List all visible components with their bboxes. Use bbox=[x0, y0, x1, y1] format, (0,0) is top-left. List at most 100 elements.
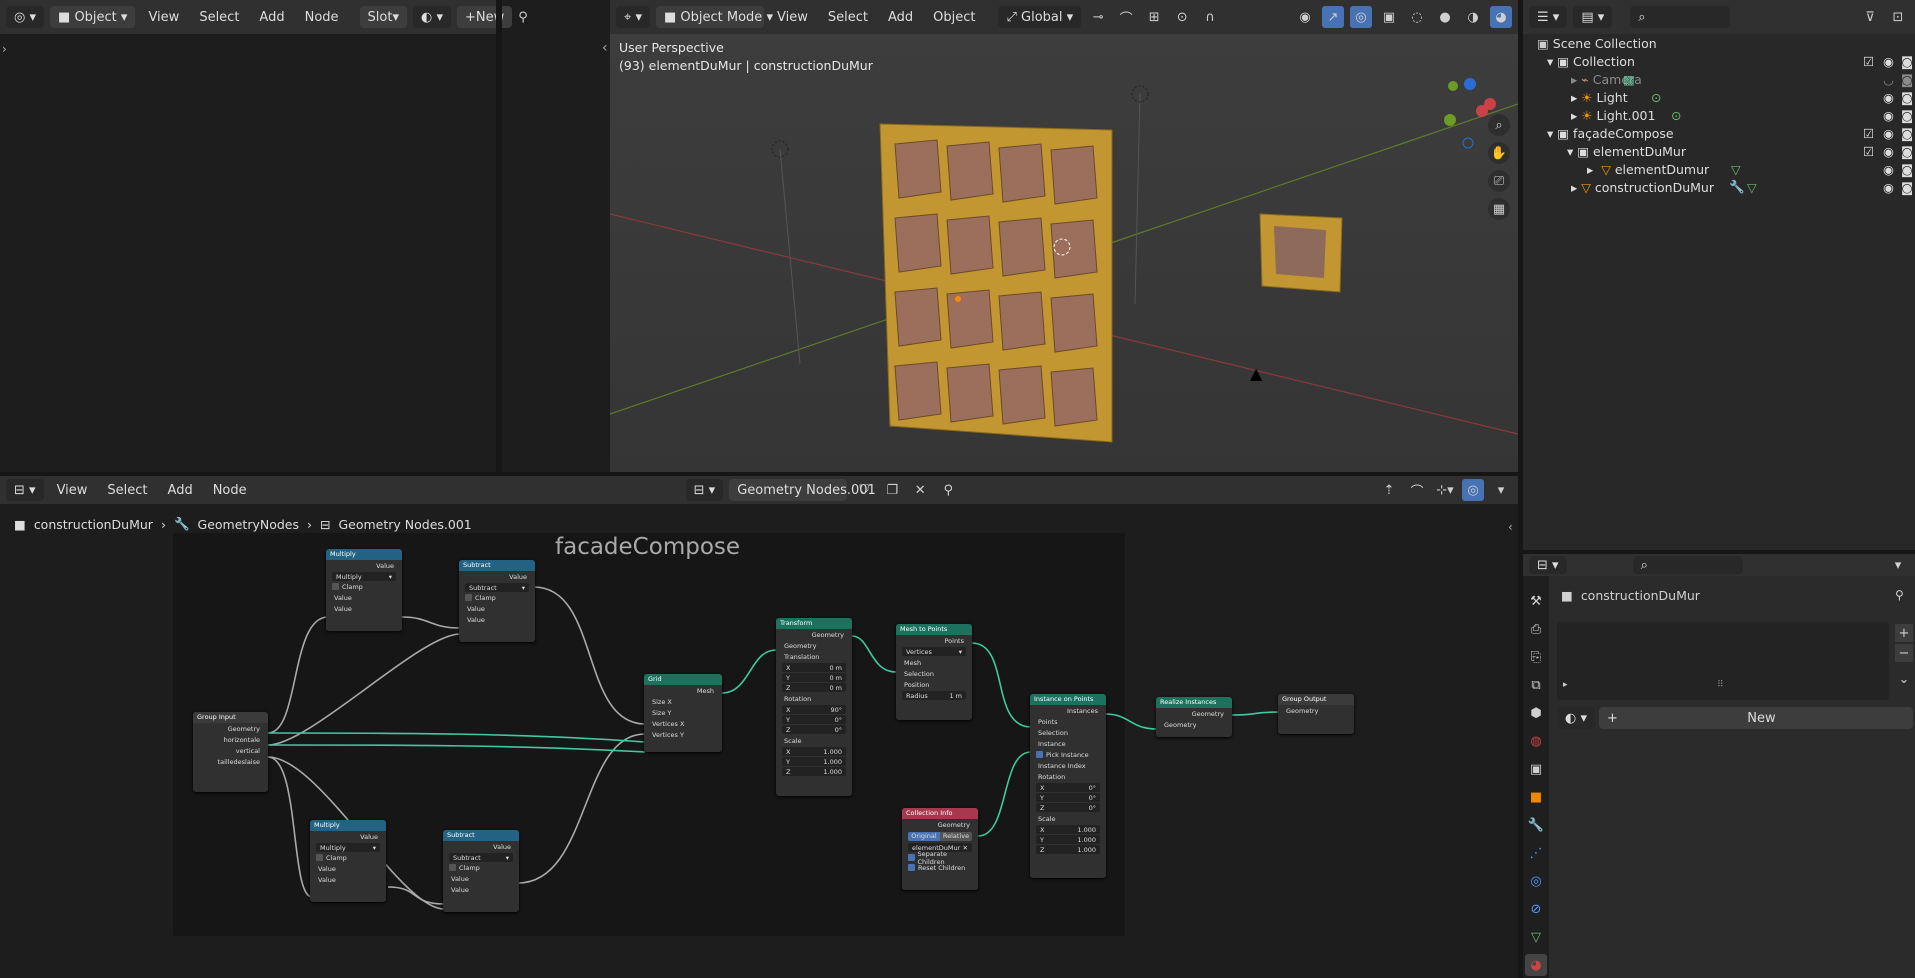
node-tree-browse[interactable]: ⊟ ▾ bbox=[685, 479, 724, 501]
sidebar-toggle-icon[interactable]: ‹ bbox=[1508, 520, 1513, 534]
object-type-dropdown[interactable]: ■ Object ▾ bbox=[50, 6, 136, 28]
overlay-icon[interactable]: ◎ bbox=[1350, 6, 1372, 28]
checkbox-icon[interactable]: ☑ bbox=[1863, 54, 1874, 69]
object-tab-icon[interactable]: ■ bbox=[1525, 786, 1547, 808]
eye-icon[interactable]: ◉ bbox=[1883, 108, 1894, 123]
mode-dropdown[interactable]: Vertices ▾ bbox=[902, 647, 966, 656]
clamp-checkbox[interactable]: Clamp bbox=[316, 853, 380, 862]
rotation-z-field[interactable]: z 0° bbox=[1036, 803, 1100, 812]
viewport-canvas[interactable]: User Perspective (93) elementDuMur | con… bbox=[610, 34, 1518, 472]
properties-search[interactable]: ⌕ bbox=[1632, 556, 1743, 574]
pin-icon[interactable]: ⚲ bbox=[937, 479, 959, 501]
eye-icon[interactable]: ◉ bbox=[1883, 54, 1894, 69]
outliner-row-light[interactable]: ▸ ☀ Light ⊙ ◉ ◙ bbox=[1571, 88, 1915, 106]
rotation-x-field[interactable]: x 90° bbox=[782, 705, 846, 714]
grid-view-icon[interactable]: ▦ bbox=[1488, 198, 1510, 220]
node-subtract-2[interactable]: Subtract Value Subtract ▾ Clamp Value Val… bbox=[443, 830, 519, 912]
menu-node[interactable]: Node bbox=[298, 10, 346, 25]
expand-arrow-icon[interactable]: ▸ bbox=[1563, 680, 1568, 690]
node-editor-canvas[interactable]: ■ constructionDuMur › 🔧 GeometryNodes › ⊟ G… bbox=[0, 504, 1518, 974]
object-mode-dropdown[interactable]: ■ Object Mode ▾ bbox=[655, 6, 773, 28]
wireframe-shading-icon[interactable]: ◌ bbox=[1406, 6, 1428, 28]
pivot-icon[interactable]: ⊸ bbox=[1087, 6, 1109, 28]
node-menu-add[interactable]: Add bbox=[161, 483, 200, 498]
outliner-row-camera[interactable]: ▸ ⌁ Camera ▩ ◡ ◙ bbox=[1571, 70, 1915, 88]
operation-dropdown[interactable]: Multiply ▾ bbox=[332, 572, 396, 581]
overlay-icon[interactable]: ◎ bbox=[1462, 479, 1484, 501]
snap-target-icon[interactable]: ⊞ bbox=[1143, 6, 1165, 28]
output-tab-icon[interactable]: ⎘ bbox=[1525, 646, 1547, 668]
material-slots-list[interactable]: ▸ ⠿ bbox=[1557, 622, 1889, 700]
outliner-row-element-dumur-collection[interactable]: ▾ ▣ elementDuMur ☑ ◉ ◙ bbox=[1567, 142, 1915, 160]
viewport-menu-select[interactable]: Select bbox=[821, 10, 875, 25]
menu-select[interactable]: Select bbox=[192, 10, 246, 25]
clamp-checkbox[interactable]: Clamp bbox=[332, 582, 396, 591]
resize-handle-icon[interactable]: ⠿ bbox=[1717, 680, 1724, 690]
scale-z-field[interactable]: z 1.000 bbox=[1036, 845, 1100, 854]
render-icon[interactable]: ◙ bbox=[1901, 126, 1913, 141]
expand-arrow-icon[interactable]: ▾ bbox=[1567, 144, 1577, 159]
new-material-button[interactable]: + New bbox=[1599, 707, 1913, 729]
node-subtract-1[interactable]: Subtract Value Subtract ▾ Clamp Value Val… bbox=[459, 560, 535, 642]
node-menu-view[interactable]: View bbox=[50, 483, 95, 498]
rotation-x-field[interactable]: x 0° bbox=[1036, 783, 1100, 792]
expand-arrow-icon[interactable]: ▾ bbox=[1547, 54, 1557, 69]
outliner-row-facade-compose[interactable]: ▾ ▣ façadeCompose ☑ ◉ ◙ bbox=[1547, 124, 1915, 142]
slot-dropdown[interactable]: Slot ▾ bbox=[359, 6, 407, 28]
render-icon[interactable]: ◙ bbox=[1901, 144, 1913, 159]
render-tab-icon[interactable]: ⎙ bbox=[1525, 618, 1547, 640]
radius-field[interactable]: Radius 1 m bbox=[902, 691, 966, 700]
scene-tab-icon[interactable]: ⬢ bbox=[1525, 702, 1547, 724]
node-group-output[interactable]: Group Output Geometry bbox=[1278, 694, 1354, 734]
node-menu-node[interactable]: Node bbox=[206, 483, 254, 498]
eye-icon[interactable]: ◉ bbox=[1883, 90, 1894, 105]
remove-slot-icon[interactable]: − bbox=[1895, 644, 1913, 662]
node-multiply-1[interactable]: Multiply Value Multiply ▾ Clamp Value Val… bbox=[326, 549, 402, 631]
world-tab-icon[interactable]: ◍ bbox=[1525, 730, 1547, 752]
rotation-z-field[interactable]: z 0° bbox=[782, 725, 846, 734]
material-tab-icon[interactable]: ◕ bbox=[1525, 954, 1547, 976]
menu-view[interactable]: View bbox=[141, 10, 186, 25]
new-collection-icon[interactable]: ⊡ bbox=[1887, 6, 1909, 28]
add-slot-icon[interactable]: + bbox=[1895, 624, 1913, 642]
new-material-button[interactable]: + New bbox=[457, 6, 513, 28]
eye-icon[interactable]: ◉ bbox=[1883, 126, 1894, 141]
pin-icon[interactable]: ⚲ bbox=[518, 6, 528, 28]
translation-z-field[interactable]: z0 m bbox=[782, 683, 846, 692]
translation-x-field[interactable]: x0 m bbox=[782, 663, 846, 672]
slot-menu-icon[interactable]: ⌄ bbox=[1895, 668, 1913, 690]
xray-icon[interactable]: ▣ bbox=[1378, 6, 1400, 28]
hand-pan-icon[interactable]: ✋ bbox=[1488, 142, 1510, 164]
viewport-editor-type[interactable]: ⌖ ▾ bbox=[616, 6, 650, 28]
rotation-y-field[interactable]: y 0° bbox=[782, 715, 846, 724]
outliner-row-light-001[interactable]: ▸ ☀ Light.001 ⊙ ◉ ◙ bbox=[1571, 106, 1915, 124]
material-browse-button[interactable]: ◐ ▾ bbox=[1557, 707, 1596, 729]
area-divider[interactable] bbox=[1518, 0, 1523, 978]
falloff-icon[interactable]: ∩ bbox=[1199, 6, 1221, 28]
particles-tab-icon[interactable]: ⋰ bbox=[1525, 842, 1547, 864]
properties-editor-type[interactable]: ⊟ ▾ bbox=[1529, 556, 1567, 574]
snap-icon[interactable]: ⌒ bbox=[1115, 6, 1137, 28]
reset-children-checkbox[interactable]: Reset Children bbox=[908, 863, 972, 872]
eye-icon[interactable]: ◉ bbox=[1883, 144, 1894, 159]
checkbox-icon[interactable]: ☑ bbox=[1863, 126, 1874, 141]
clamp-checkbox[interactable]: Clamp bbox=[449, 863, 513, 872]
rotation-y-field[interactable]: y 0° bbox=[1036, 793, 1100, 802]
outliner-row-collection[interactable]: ▾ ▣ Collection ☑ ◉ ◙ bbox=[1547, 52, 1915, 70]
pin-icon[interactable]: ⚲ bbox=[1895, 588, 1904, 602]
fake-user-shield-icon[interactable]: ⛉ bbox=[853, 479, 875, 501]
viewport-menu-view[interactable]: View bbox=[770, 10, 815, 25]
render-icon[interactable]: ◙ bbox=[1901, 72, 1913, 87]
proportional-edit-icon[interactable]: ⊙ bbox=[1171, 6, 1193, 28]
scale-x-field[interactable]: x 1.000 bbox=[1036, 825, 1100, 834]
node-collection-info[interactable]: Collection Info Geometry Original Relati… bbox=[902, 808, 978, 890]
outliner-row-construction-dumur[interactable]: ▸ ▽ constructionDuMur 🔧 ▽ ◉ ◙ bbox=[1571, 178, 1915, 196]
node-instance-on-points[interactable]: Instance on Points Instances Points Sele… bbox=[1030, 694, 1106, 878]
rendered-shading-icon[interactable]: ◕ bbox=[1490, 6, 1512, 28]
separate-children-checkbox[interactable]: Separate Children bbox=[908, 850, 972, 866]
scale-x-field[interactable]: x 1.000 bbox=[782, 747, 846, 756]
render-icon[interactable]: ◙ bbox=[1901, 90, 1913, 105]
render-icon[interactable]: ◙ bbox=[1901, 162, 1913, 177]
filter-icon[interactable]: ⊽ bbox=[1859, 6, 1881, 28]
shader-editor-canvas[interactable]: › bbox=[0, 34, 496, 474]
